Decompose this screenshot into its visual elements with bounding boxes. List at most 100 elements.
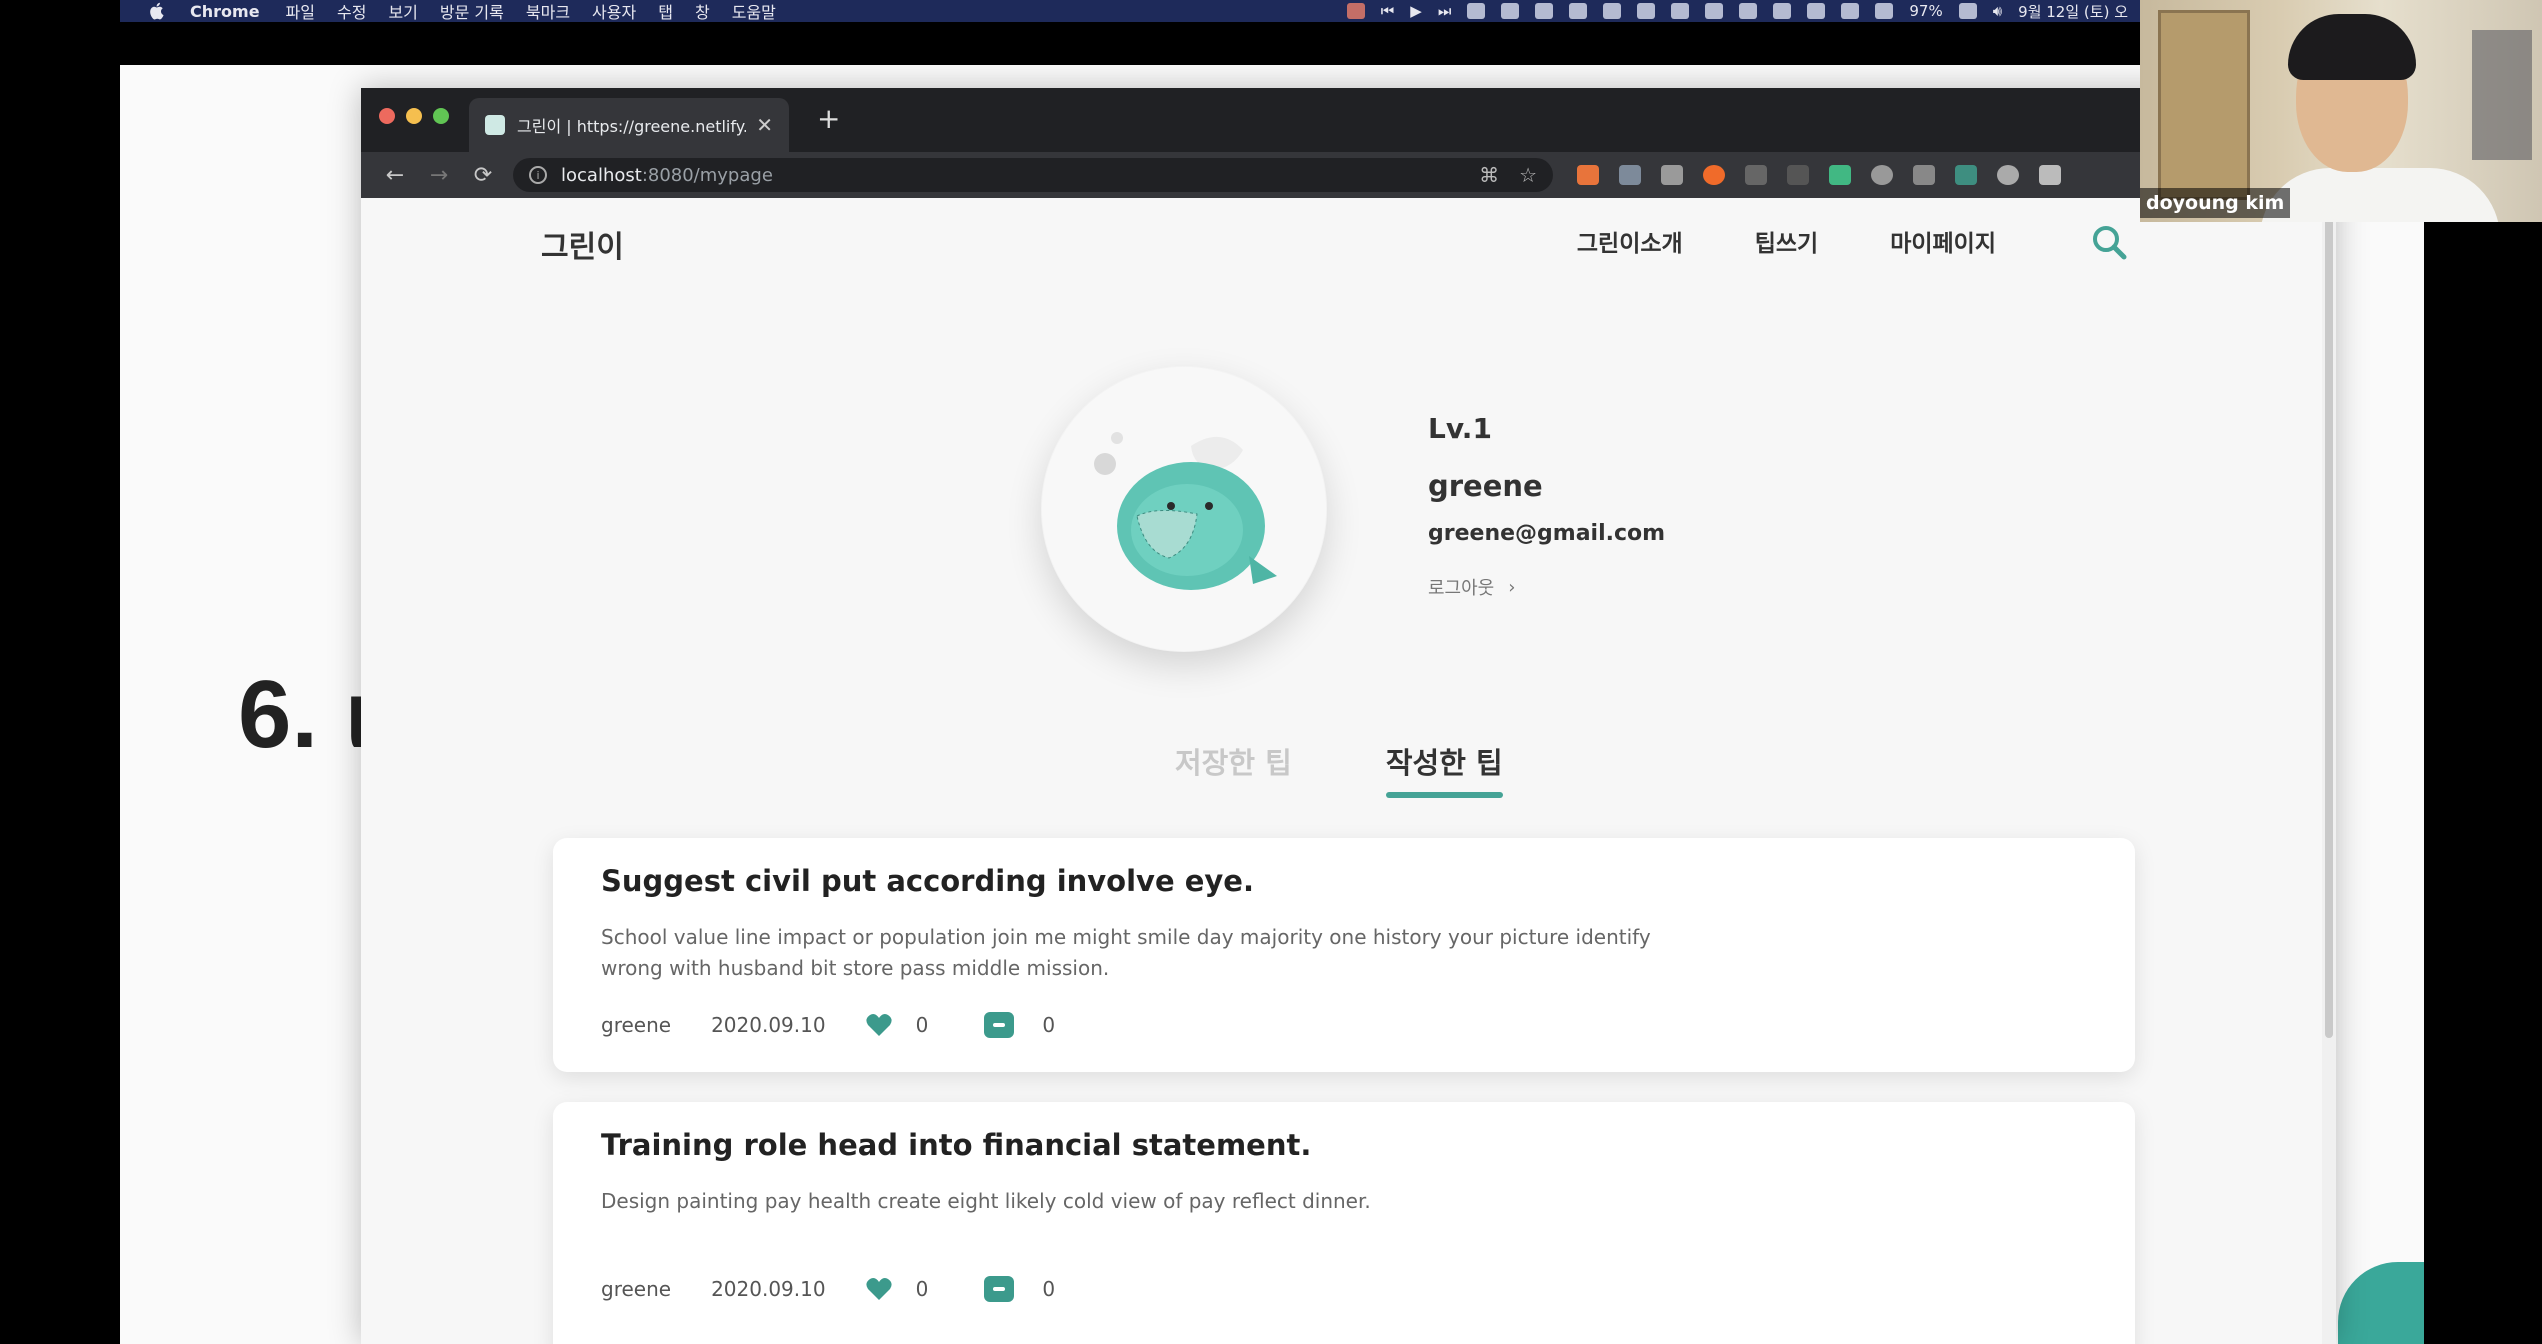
site-nav: 그린이소개 팁쓰기 마이페이지 [1577,224,1996,258]
extension-icon[interactable] [1703,165,1725,185]
webcam-person-shirt [2260,168,2500,222]
status-app-icon[interactable] [1841,3,1860,19]
translate-icon[interactable]: ⌘ [1479,163,1499,187]
chevron-right-icon: › [1508,576,1516,598]
menu-view[interactable]: 보기 [388,0,417,23]
apple-menu-icon[interactable] [146,2,166,20]
menu-file[interactable]: 파일 [286,0,315,23]
extension-icon[interactable] [1997,165,2019,185]
minimize-window-button[interactable] [406,108,422,124]
logout-link[interactable]: 로그아웃 › [1428,574,1665,600]
menu-tab[interactable]: 탭 [658,0,673,23]
media-play-icon[interactable]: ▶ [1410,2,1422,20]
username: greene [1428,469,1543,503]
puzzle-icon[interactable] [2039,165,2061,185]
site-info-icon[interactable]: i [529,166,547,184]
clock[interactable]: 9월 12일 (토) 오 [2018,1,2128,22]
extension-icon[interactable] [1955,165,1977,185]
menu-window[interactable]: 창 [695,0,710,23]
tab-saved-tips[interactable]: 저장한 팁 [1175,740,1292,792]
status-app-icon[interactable] [1739,3,1758,19]
forward-icon[interactable]: → [417,163,461,188]
browser-tab-active[interactable]: 그린이 | https://greene.netlify.a ✕ [469,98,789,152]
scrollbar-thumb[interactable] [2325,208,2333,1038]
webcam-name-label: doyoung kim [2140,188,2291,218]
close-window-button[interactable] [379,108,395,124]
status-app-icon[interactable] [1603,3,1622,19]
volume-icon[interactable]: 🔊︎ [1993,2,2002,20]
tab-close-icon[interactable]: ✕ [756,113,773,137]
like-count: 0 [915,1013,929,1037]
avatar [1041,366,1327,652]
vue-devtools-icon[interactable] [1829,165,1851,185]
new-tab-icon[interactable]: + [817,102,840,135]
extension-icon[interactable] [1577,165,1599,185]
mypage-tabs: 저장한 팁 작성한 팁 [1175,740,1503,798]
reload-icon[interactable]: ⟳ [461,163,505,188]
tip-date: 2020.09.10 [711,1277,826,1301]
extension-icon[interactable] [1787,165,1809,185]
logout-label: 로그아웃 [1428,578,1495,599]
status-app-icon[interactable] [1637,3,1656,19]
status-app-icon[interactable] [1467,3,1486,19]
bookmark-star-icon[interactable]: ☆ [1519,163,1537,187]
battery-percent: 97% [1909,2,1943,20]
tab-title: 그린이 | https://greene.netlify.a [517,117,747,136]
page-scrollbar[interactable] [2322,198,2336,1344]
media-next-icon[interactable]: ⏭ [1438,2,1452,20]
tab-written-tips[interactable]: 작성한 팁 [1385,740,1503,798]
wifi-icon[interactable] [1875,3,1894,19]
tip-card[interactable]: Suggest civil put according involve eye.… [553,838,2135,1072]
address-bar[interactable]: i localhost :8080/mypage ⌘ ☆ [513,158,1553,192]
heart-icon[interactable] [865,1013,892,1037]
site-logo[interactable]: 그린이 [541,222,624,266]
status-app-icon[interactable] [1705,3,1724,19]
macos-menubar: Chrome 파일 수정 보기 방문 기록 북마크 사용자 탭 창 도움말 ⏮ … [120,0,2140,22]
status-tray: ⏮ ▶ ⏭ 97% 🔊︎ 9월 12일 (토) 오 [1346,1,2140,22]
comment-count: 0 [1042,1277,1056,1301]
extension-icon[interactable] [1745,165,1767,185]
user-email: greene@gmail.com [1428,521,1666,546]
menu-help[interactable]: 도움말 [732,0,776,23]
status-app-icon[interactable] [1501,3,1520,19]
search-icon[interactable] [2089,222,2129,262]
zoom-window-button[interactable] [433,108,449,124]
status-app-icon[interactable] [1773,3,1792,19]
webcam-shelf [2472,30,2532,160]
tip-meta: greene 2020.09.10 0 0 [601,1276,1055,1302]
heart-icon[interactable] [865,1277,892,1301]
status-app-icon[interactable] [1807,3,1826,19]
comment-icon[interactable] [984,1276,1015,1302]
menu-bookmarks[interactable]: 북마크 [526,0,570,23]
status-app-icon[interactable] [1671,3,1690,19]
profile-info: Lv.1 greene greene@gmail.com 로그아웃 › [1428,412,1665,600]
nav-mypage[interactable]: 마이페이지 [1890,224,1996,258]
menu-people[interactable]: 사용자 [592,0,636,23]
webcam-overlay: doyoung kim [2140,0,2542,222]
react-devtools-icon[interactable] [1871,165,1893,185]
status-app-icon[interactable] [1569,3,1588,19]
status-app-icon[interactable] [1535,3,1554,19]
comment-icon[interactable] [984,1012,1015,1038]
tab-favicon-icon [485,115,505,135]
battery-icon[interactable] [1958,3,1977,19]
like-count: 0 [915,1277,929,1301]
menu-history[interactable]: 방문 기록 [440,0,504,23]
extension-icon[interactable] [1619,165,1641,185]
extension-icon[interactable] [1661,165,1683,185]
menu-edit[interactable]: 수정 [337,0,366,23]
status-app-icon[interactable] [1346,3,1365,19]
slide-heading: 6. ι [238,661,372,768]
tip-title[interactable]: Training role head into financial statem… [601,1128,2087,1162]
nav-about[interactable]: 그린이소개 [1577,224,1683,258]
webcam-door [2158,10,2250,200]
tip-body: Design painting pay health create eight … [601,1189,1371,1213]
tip-title[interactable]: Suggest civil put according involve eye. [601,864,2087,898]
extension-icon[interactable] [1913,165,1935,185]
tip-author: greene [601,1277,672,1301]
app-name[interactable]: Chrome [190,2,260,21]
nav-write-tip[interactable]: 팁쓰기 [1755,224,1818,258]
back-icon[interactable]: ← [373,163,417,188]
tip-card[interactable]: Training role head into financial statem… [553,1102,2135,1344]
media-prev-icon[interactable]: ⏮ [1381,2,1395,20]
